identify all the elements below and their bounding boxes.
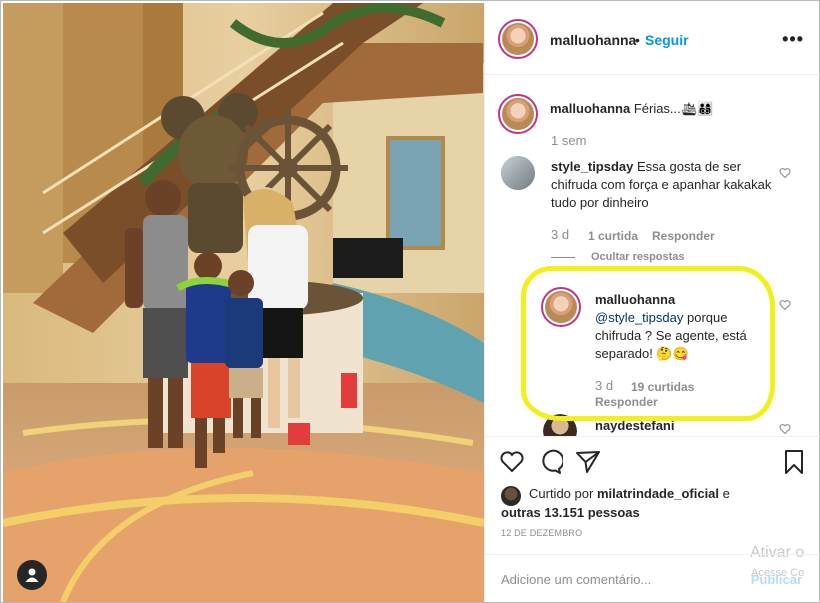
reply-username[interactable]: malluohanna [595,291,775,309]
comment2-avatar[interactable] [543,414,577,436]
liked-user[interactable]: milatrindade_oficial [597,486,719,501]
comment-likes[interactable]: 1 curtida [588,229,638,243]
post-photo [3,3,484,602]
reply-avatar[interactable] [541,287,581,327]
publish-button[interactable]: Publicar [751,572,802,587]
like-reply-heart-icon[interactable] [779,299,791,311]
separator-dot: • [635,32,640,48]
post-sidebar: malluohanna • Seguir ••• malluohanna Fér… [484,3,820,602]
add-comment-bar: Adicione um comentário... Publicar [485,554,820,603]
like-heart-icon[interactable] [499,449,525,475]
post-header: malluohanna • Seguir ••• [485,3,820,75]
liked-prefix: Curtido por [529,486,594,501]
like-comment2-heart-icon[interactable] [779,423,791,435]
save-bookmark-icon[interactable] [781,449,807,475]
share-paper-plane-icon[interactable] [575,449,601,475]
caption-username[interactable]: malluohanna [550,101,630,116]
user-tag-icon [25,568,39,582]
reply-likes[interactable]: 19 curtidas [631,380,694,394]
liked-and: e [722,486,730,501]
caption: malluohanna Férias...🛳👨‍👩‍👦‍👦 [550,100,805,118]
post-date[interactable]: 12 DE DEZEMBRO [501,528,582,538]
reply-reply-button[interactable]: Responder [595,395,658,409]
author-username[interactable]: malluohanna [550,32,636,48]
comment-bubble-icon[interactable] [537,449,563,475]
hide-replies-button[interactable]: Ocultar respostas [591,251,685,263]
comment2-username[interactable]: naydestefani [595,417,674,435]
author-avatar[interactable] [498,19,538,59]
instagram-post-modal: malluohanna • Seguir ••• malluohanna Fér… [0,0,820,603]
liked-others[interactable]: outras 13.151 pessoas [501,505,640,520]
add-comment-input[interactable]: Adicione um comentário... [501,572,651,587]
comment-time: 3 d [551,227,570,242]
reply-mention[interactable]: @style_tipsday [595,310,683,325]
comment-username[interactable]: style_tipsday [551,159,633,174]
liker-avatar[interactable] [501,486,521,506]
caption-avatar[interactable] [498,94,538,134]
reply-button[interactable]: Responder [652,229,715,243]
reply-time: 3 d [595,378,614,393]
more-horizontal-icon[interactable]: ••• [782,29,804,50]
caption-text: Férias...🛳👨‍👩‍👦‍👦 [633,101,714,116]
tagged-users-button[interactable] [17,560,47,590]
comment-avatar[interactable] [501,156,535,190]
post-footer: Curtido por milatrindade_oficial e outra… [485,436,820,602]
like-comment-heart-icon[interactable] [779,167,791,179]
comment-style-tipsday: style_tipsday Essa gosta de ser chifruda… [551,158,781,212]
reply-comment: malluohanna @style_tipsday porque chifru… [595,291,775,363]
comments-list[interactable]: malluohanna Férias...🛳👨‍👩‍👦‍👦 1 sem styl… [485,76,820,436]
caption-time: 1 sem [551,133,587,148]
ship-lobby-family-photo [3,3,484,602]
replies-divider [551,257,575,258]
follow-button[interactable]: Seguir [645,32,689,48]
